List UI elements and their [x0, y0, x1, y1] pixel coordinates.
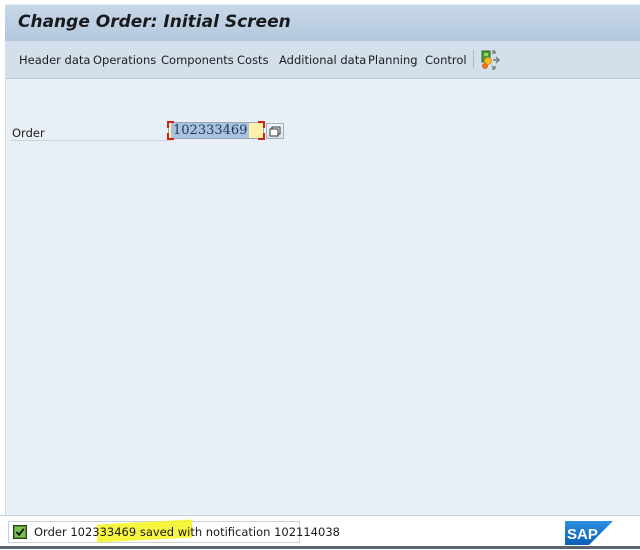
value-help-icon [269, 126, 281, 137]
sap-gui-window: Change Order: Initial Screen Header data… [0, 0, 640, 550]
toolbar-operations-button[interactable]: Operations [93, 53, 156, 67]
required-field-marker [258, 133, 265, 140]
order-label: Order [12, 126, 45, 140]
sap-logo-text: SAP [567, 526, 598, 543]
required-field-marker [167, 133, 174, 140]
status-message-text: Order 102333469 saved with notification … [34, 525, 340, 539]
sap-logo: SAP [565, 521, 613, 545]
toolbar-separator [473, 50, 474, 68]
navigation-map-icon[interactable] [480, 49, 502, 71]
toolbar-costs-button[interactable]: Costs [237, 53, 269, 67]
toolbar-components-button[interactable]: Components [161, 53, 234, 67]
main-content-area: Order 102333469 [5, 79, 640, 515]
application-toolbar: Header data Operations Components Costs … [5, 41, 640, 79]
toolbar-planning-button[interactable]: Planning [368, 53, 418, 67]
success-check-icon [13, 525, 27, 539]
title-bar: Change Order: Initial Screen [5, 4, 640, 41]
label-underline [11, 140, 171, 141]
status-bar: Order 102333469 saved with notification … [0, 515, 640, 550]
toolbar-control-button[interactable]: Control [425, 53, 467, 67]
value-help-button[interactable] [266, 123, 284, 139]
status-message[interactable]: Order 102333469 saved with notification … [8, 519, 340, 543]
order-input-value[interactable]: 102333469 [171, 123, 250, 138]
toolbar-header-data-button[interactable]: Header data [19, 53, 90, 67]
required-field-marker [258, 121, 265, 128]
toolbar-additional-data-button[interactable]: Additional data [279, 53, 366, 67]
page-title: Change Order: Initial Screen [18, 12, 291, 32]
required-field-marker [167, 121, 174, 128]
order-input[interactable]: 102333469 [167, 121, 265, 140]
